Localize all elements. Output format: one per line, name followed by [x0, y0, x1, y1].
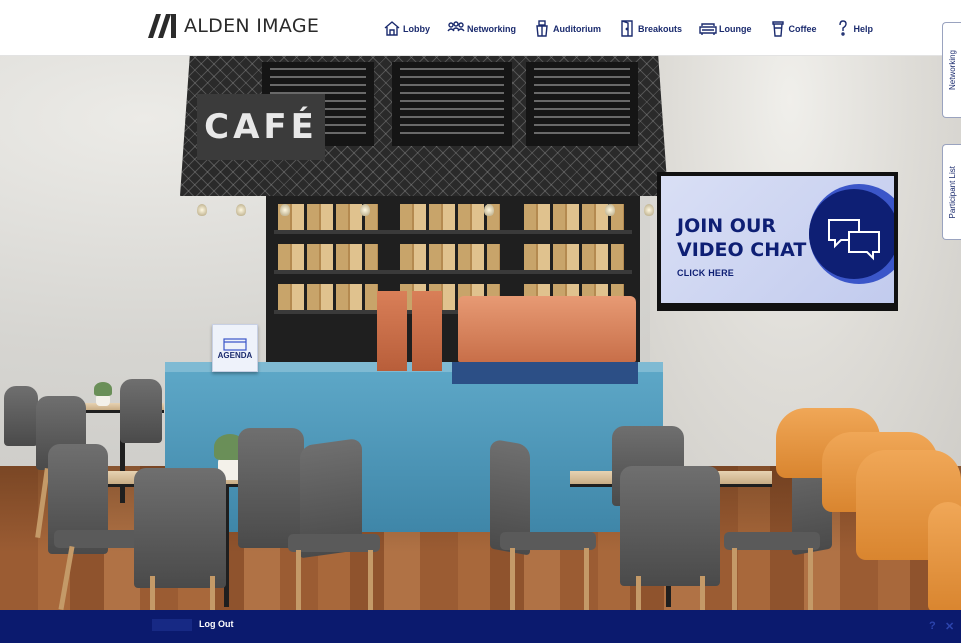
chair [134, 468, 226, 588]
participant-list-side-tab[interactable]: Participant List [942, 144, 961, 240]
plant-leaves [94, 382, 112, 396]
chair-leg [210, 576, 215, 610]
footer-close-icon[interactable]: ✕ [945, 620, 954, 633]
shelf-goods [278, 284, 378, 310]
nav-auditorium[interactable]: Auditorium [533, 20, 601, 37]
video-chat-tv[interactable]: JOIN OUR VIDEO CHAT CLICK HERE [657, 172, 898, 311]
calendar-icon [223, 337, 247, 351]
nav-lobby-label: Lobby [403, 23, 430, 34]
shelf [274, 270, 632, 274]
chair-seat [288, 534, 380, 552]
nav-help[interactable]: Help [834, 20, 874, 37]
shelf-goods [278, 244, 378, 270]
podium-icon [536, 20, 548, 37]
chair-leg [636, 576, 641, 610]
tv-title: JOIN OUR VIDEO CHAT [677, 214, 807, 262]
chair [120, 379, 162, 443]
sofa-icon [699, 23, 717, 35]
chair-seat [724, 532, 820, 550]
nav-breakouts-label: Breakouts [638, 23, 683, 34]
footer-help-icon[interactable]: ? [929, 620, 936, 632]
tv-title-line1: JOIN OUR [677, 215, 777, 237]
pendant-bulb [280, 204, 290, 216]
lounge-armchair [928, 502, 961, 610]
menu-board [526, 62, 638, 146]
nav-networking-label: Networking [467, 23, 517, 34]
chair-seat [54, 530, 140, 548]
chair-leg [296, 550, 301, 610]
tv-title-line2: VIDEO CHAT [677, 239, 807, 261]
nav-auditorium-label: Auditorium [553, 23, 602, 34]
chair [620, 466, 720, 586]
nav-breakouts[interactable]: Breakouts [618, 20, 682, 37]
pendant-bulb [360, 204, 370, 216]
logout-button[interactable]: Log Out [199, 619, 234, 629]
coffee-grinder [377, 291, 407, 371]
nav-coffee[interactable]: Coffee [769, 20, 817, 37]
pendant-bulb [605, 204, 615, 216]
menu-board [392, 62, 512, 146]
top-header: ALDEN IMAGE Lobby Networking Auditorium … [0, 0, 961, 56]
nav-lounge-label: Lounge [719, 23, 752, 34]
people-icon [447, 21, 465, 32]
agenda-sign[interactable]: AGENDA [212, 324, 258, 372]
tv-screen: JOIN OUR VIDEO CHAT CLICK HERE [661, 176, 894, 303]
coffee-grinder [412, 291, 442, 371]
chair-leg [808, 548, 813, 610]
chat-bubbles-icon [828, 219, 880, 261]
cafe-scene: CAFÉ AGENDA JOIN OUR VIDEO CHAT CLICK HE… [0, 56, 961, 610]
participant-list-side-tab-label: Participant List [947, 165, 957, 219]
chair-leg [510, 548, 515, 610]
pendant-bulb [644, 204, 654, 216]
pendant-bulb [197, 204, 207, 216]
nav-coffee-label: Coffee [788, 23, 817, 34]
nav-lobby[interactable]: Lobby [383, 20, 430, 37]
question-icon [838, 20, 847, 36]
networking-side-tab-label: Networking [947, 49, 957, 90]
alden-image-logo[interactable]: ALDEN IMAGE [148, 13, 319, 39]
networking-side-tab[interactable]: Networking [942, 22, 961, 118]
shelf [274, 230, 632, 234]
pendant-bulb [236, 204, 246, 216]
main-nav: Lobby Networking Auditorium Breakouts Lo… [383, 20, 890, 37]
chair-leg [732, 548, 737, 610]
pendant-bulb [484, 204, 494, 216]
nav-help-label: Help [853, 23, 874, 34]
shelf-goods [524, 244, 624, 270]
espresso-machine-base [452, 362, 638, 384]
chair [4, 386, 38, 446]
shelf-goods [400, 244, 500, 270]
logo-text: ALDEN IMAGE [184, 15, 320, 37]
agenda-label: AGENDA [217, 350, 253, 360]
bottom-bar: Log Out ? ✕ [0, 610, 961, 643]
home-icon [384, 21, 400, 36]
chair-leg [584, 548, 589, 610]
espresso-machine [458, 296, 636, 362]
chair [238, 428, 304, 548]
nav-networking[interactable]: Networking [447, 20, 516, 37]
chair-leg [700, 576, 705, 610]
footer-faded-item [152, 619, 192, 631]
chair-leg [150, 576, 155, 610]
cafe-sign: CAFÉ [197, 94, 325, 160]
door-icon [621, 20, 633, 37]
chair-leg [368, 550, 373, 610]
coffee-cup-icon [771, 21, 784, 37]
logo-mark-icon [148, 14, 176, 38]
nav-lounge[interactable]: Lounge [699, 20, 752, 37]
tv-click-here[interactable]: CLICK HERE [677, 268, 734, 278]
